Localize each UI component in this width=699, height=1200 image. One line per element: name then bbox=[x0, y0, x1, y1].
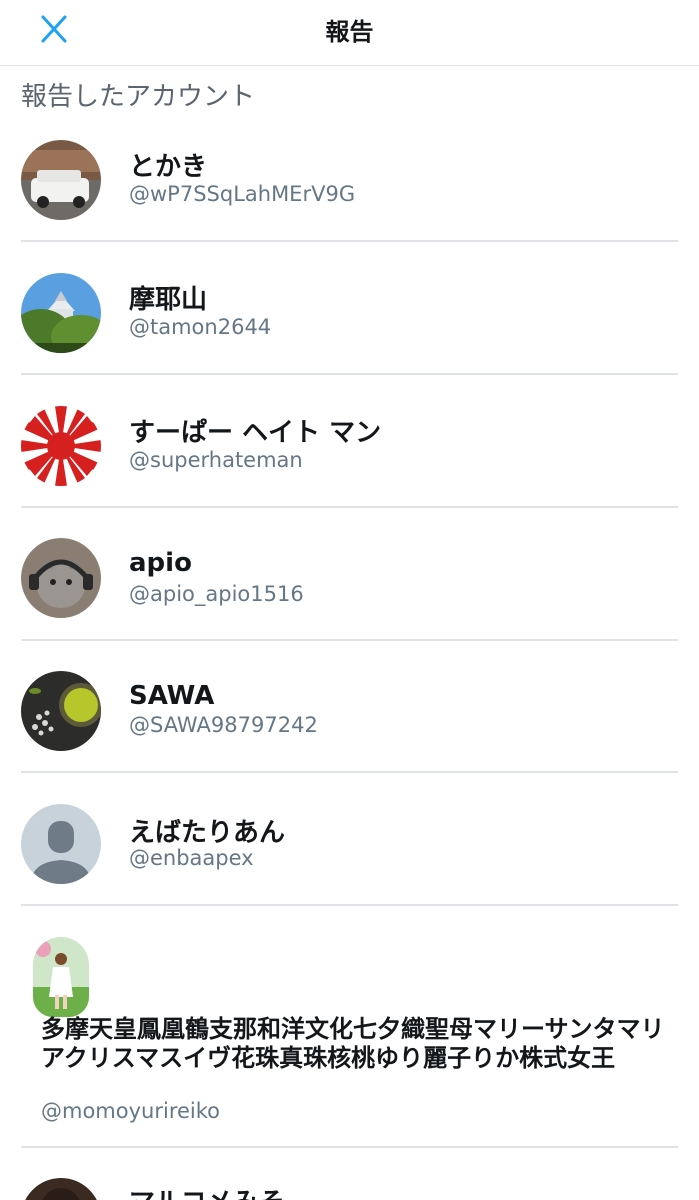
account-handle: @wP7SSqLahMErV9G bbox=[129, 182, 356, 206]
avatar bbox=[21, 1178, 101, 1200]
account-row[interactable]: えばたりあん @enbaapex bbox=[0, 794, 699, 906]
account-handle: @apio_apio1516 bbox=[129, 582, 304, 606]
account-name: apio bbox=[129, 548, 192, 578]
account-name: 摩耶山 bbox=[129, 285, 208, 315]
avatar bbox=[21, 671, 101, 751]
avatar bbox=[21, 406, 101, 486]
account-row[interactable]: 多摩天皇鳳凰鶴支那和洋文化七夕織聖母マリーサンタマリアクリスマスイヴ花珠真珠核桃… bbox=[0, 927, 699, 1147]
divider bbox=[21, 240, 678, 242]
divider bbox=[21, 1146, 678, 1148]
section-label: 報告したアカウント bbox=[21, 82, 256, 112]
account-name: すーぱー ヘイト マン bbox=[129, 418, 382, 448]
account-handle: @SAWA98797242 bbox=[129, 713, 318, 737]
account-row[interactable]: マルコメみそ bbox=[0, 1168, 699, 1200]
account-row[interactable]: SAWA @SAWA98797242 bbox=[0, 661, 699, 773]
account-row[interactable]: apio @apio_apio1516 bbox=[0, 528, 699, 640]
account-name: とかき bbox=[129, 152, 208, 182]
avatar bbox=[33, 937, 89, 1017]
account-name: マルコメみそ bbox=[129, 1182, 284, 1200]
page-title: 報告 bbox=[325, 18, 374, 46]
account-name: SAWA bbox=[129, 681, 215, 711]
account-name: 多摩天皇鳳凰鶴支那和洋文化七夕織聖母マリーサンタマリアクリスマスイヴ花珠真珠核桃… bbox=[41, 1015, 665, 1072]
avatar bbox=[21, 140, 101, 220]
divider bbox=[21, 506, 678, 508]
account-name: えばたりあん bbox=[129, 818, 286, 848]
account-row[interactable]: とかき @wP7SSqLahMErV9G bbox=[0, 130, 699, 242]
divider bbox=[21, 771, 678, 773]
account-handle: @tamon2644 bbox=[129, 315, 272, 339]
account-row[interactable]: すーぱー ヘイト マン @superhateman bbox=[0, 396, 699, 508]
top-bar: 報告 bbox=[0, 0, 699, 66]
avatar bbox=[21, 273, 101, 353]
account-handle: @superhateman bbox=[129, 448, 303, 472]
divider bbox=[21, 373, 678, 375]
account-handle: @enbaapex bbox=[129, 846, 254, 870]
avatar bbox=[21, 538, 101, 618]
account-handle: @momoyurireiko bbox=[41, 1099, 221, 1123]
divider bbox=[21, 639, 678, 641]
default-profile-icon bbox=[21, 804, 101, 884]
divider bbox=[21, 904, 678, 906]
account-row[interactable]: 摩耶山 @tamon2644 bbox=[0, 263, 699, 375]
